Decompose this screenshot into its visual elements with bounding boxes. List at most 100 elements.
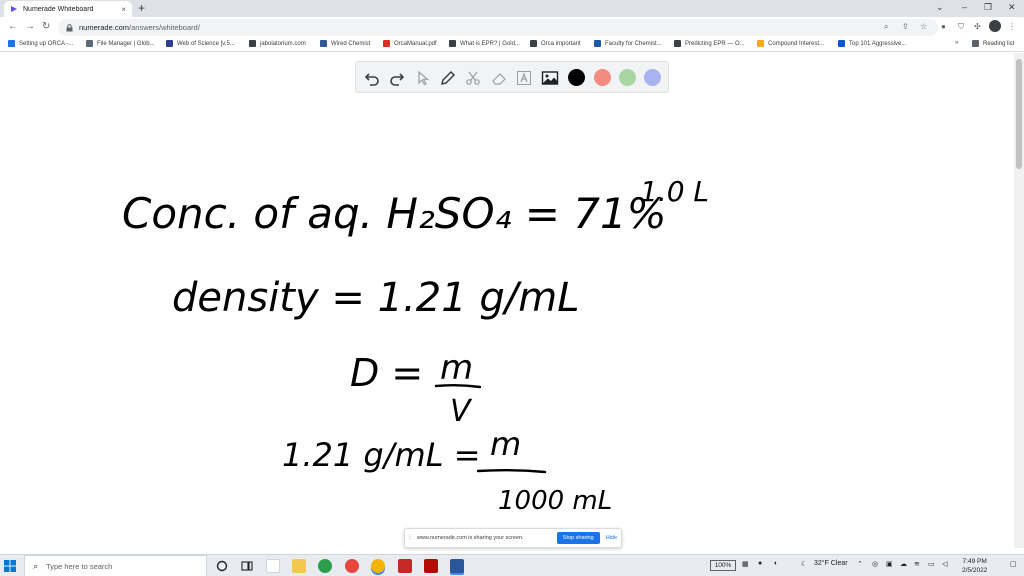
screen: Numerade Whiteboard × + ⌄ – ❐ ✕ ← → ↻ nu… — [0, 0, 1024, 576]
bookmark-label: What is EPR? | Gold... — [460, 40, 520, 47]
profile-avatar[interactable] — [989, 20, 1001, 32]
bookmark-item[interactable]: File Manager | Glob... — [86, 40, 155, 47]
bookmark-item[interactable]: Setting up ORCA -... — [8, 40, 73, 47]
wifi-icon[interactable]: ≋ — [914, 560, 920, 568]
zoom-search-icon[interactable]: ⌕ — [884, 22, 888, 32]
moon-weather-icon: ☾ — [801, 561, 808, 568]
tab-strip: Numerade Whiteboard × + ⌄ – ❐ ✕ — [0, 0, 1024, 17]
reading-list-label: Reading list — [983, 40, 1015, 47]
bookmark-favicon-icon — [86, 40, 93, 47]
clock-time: 7:49 PM — [962, 558, 987, 565]
extension-shield-icon[interactable]: ⛉ — [958, 22, 964, 32]
bookmark-item[interactable]: Orca important — [530, 40, 581, 47]
extensions-puzzle-icon[interactable]: ✣ — [974, 22, 981, 32]
tray-app-icon[interactable]: ● — [758, 560, 762, 567]
bookmark-label: Compound Interest... — [768, 40, 825, 47]
bookmark-label: OrcaManual.pdf — [394, 40, 437, 47]
bookmark-item[interactable]: What is EPR? | Gold... — [449, 40, 520, 47]
url-path: /answers/whiteboard/ — [129, 23, 200, 32]
tray-app-icon[interactable]: ☁ — [900, 560, 907, 568]
lock-icon — [66, 23, 73, 32]
file-explorer-icon[interactable] — [292, 559, 306, 573]
share-icon[interactable]: ⇪ — [902, 22, 909, 32]
back-icon[interactable]: ← — [8, 21, 18, 33]
reload-icon[interactable]: ↻ — [42, 21, 50, 33]
tab-close-icon[interactable]: × — [121, 5, 126, 14]
bookmark-favicon-icon — [166, 40, 173, 47]
bookmark-item[interactable]: Web of Science [v.5... — [166, 40, 235, 47]
tray-app-icon[interactable]: ▦ — [742, 560, 749, 568]
word-icon[interactable] — [450, 559, 464, 573]
tab-search-icon[interactable]: ⌄ — [936, 2, 944, 13]
display-icon[interactable]: ▭ — [928, 560, 935, 568]
word-document-icon[interactable] — [266, 559, 280, 573]
network-icon[interactable]: ◎ — [872, 560, 878, 568]
weather-text[interactable]: 32°F Clear — [814, 560, 848, 567]
handwriting-line-concentration: Conc. of aq. H₂SO₄ = 71% — [122, 189, 667, 238]
bookmark-label: Predicting EPR — O... — [685, 40, 745, 47]
new-tab-button[interactable]: + — [138, 2, 145, 14]
handwriting-substitution-numerator: m — [490, 425, 521, 463]
minimize-icon[interactable]: – — [962, 2, 967, 12]
bookmark-favicon-icon — [757, 40, 764, 47]
handwriting-substitution-lhs: 1.21 g/mL = — [282, 436, 481, 474]
handwriting-layer: Conc. of aq. H₂SO₄ = 71% 1.0 L density =… — [122, 175, 709, 516]
bookmark-favicon-icon — [320, 40, 327, 47]
chrome-active-icon[interactable] — [371, 559, 385, 573]
bookmark-label: Faculty for Chemist... — [605, 40, 662, 47]
notifications-icon[interactable]: ▢ — [1010, 560, 1017, 568]
drag-handle-icon[interactable]: ⁞ — [409, 535, 411, 542]
bookmark-label: Setting up ORCA -... — [19, 40, 74, 47]
browser-tab[interactable]: Numerade Whiteboard × — [4, 1, 132, 17]
reading-list-icon — [972, 40, 979, 47]
handwriting-formula-numerator: m — [440, 348, 473, 388]
bookmark-item[interactable]: Top 101 Aggressive... — [838, 40, 906, 47]
tab-title: Numerade Whiteboard — [23, 5, 94, 13]
hide-button[interactable]: Hide — [606, 535, 617, 541]
bookmark-item[interactable]: Wired Chemist — [320, 40, 370, 47]
bookmark-favicon-icon — [8, 40, 15, 47]
taskbar-clock[interactable]: 7:49 PM 2/5/2022 — [962, 557, 987, 575]
orca-app-icon[interactable] — [398, 559, 412, 573]
taskbar-search-box[interactable]: ⌕ Type here to search — [24, 555, 207, 576]
scrollbar-thumb[interactable] — [1016, 59, 1022, 169]
cortana-icon[interactable] — [215, 559, 229, 573]
chrome-icon[interactable] — [345, 559, 359, 573]
screen-share-bar: ⁞ www.numerade.com is sharing your scree… — [404, 528, 622, 548]
stop-sharing-button[interactable]: Stop sharing — [556, 532, 600, 544]
bookmark-favicon-icon — [674, 40, 681, 47]
handwriting-substitution-denominator: 1000 mL — [498, 486, 612, 516]
volume-icon[interactable]: ◁ — [942, 560, 947, 568]
close-window-icon[interactable]: ✕ — [1008, 2, 1016, 13]
task-view-icon[interactable] — [240, 559, 254, 573]
bookmark-label: File Manager | Glob... — [97, 40, 155, 47]
menu-kebab-icon[interactable]: ⋮ — [1008, 22, 1016, 32]
bookmark-item[interactable]: Compound Interest... — [757, 40, 824, 47]
forward-icon[interactable]: → — [25, 21, 35, 33]
bookmark-item[interactable]: jabolatorium.com — [249, 40, 306, 47]
handwriting-formula-denominator: V — [450, 394, 473, 429]
extension-icon[interactable]: ● — [941, 22, 946, 32]
bookmark-item[interactable]: OrcaManual.pdf — [383, 40, 437, 47]
bookmark-star-icon[interactable]: ☆ — [920, 22, 927, 32]
vertical-scrollbar[interactable] — [1014, 53, 1024, 548]
tray-app-icon[interactable]: ▣ — [886, 560, 893, 568]
bookmark-favicon-icon — [838, 40, 845, 47]
chrome-green-icon[interactable] — [318, 559, 332, 573]
bookmark-item[interactable]: Predicting EPR — O... — [674, 40, 745, 47]
handwriting-volume-note: 1.0 L — [640, 175, 709, 208]
windows-start-icon[interactable] — [4, 560, 16, 572]
whiteboard-canvas[interactable]: Conc. of aq. H₂SO₄ = 71% 1.0 L density =… — [0, 53, 1014, 548]
reading-list-button[interactable]: Reading list — [972, 40, 1014, 47]
bookmark-label: Top 101 Aggressive... — [849, 40, 907, 47]
more-bookmarks-icon[interactable]: » — [955, 40, 958, 46]
tray-app-icon[interactable]: ◐ — [774, 560, 778, 567]
address-bar[interactable]: numerade.com/answers/whiteboard/ — [58, 19, 938, 36]
bookmark-item[interactable]: Faculty for Chemist... — [594, 40, 662, 47]
bookmark-label: jabolatorium.com — [260, 40, 306, 47]
bookmark-label: Wired Chemist — [331, 40, 371, 47]
maximize-icon[interactable]: ❐ — [984, 2, 992, 13]
show-hidden-icons[interactable]: ⌃ — [857, 560, 863, 568]
acrobat-icon[interactable] — [424, 559, 438, 573]
bookmark-favicon-icon — [449, 40, 456, 47]
